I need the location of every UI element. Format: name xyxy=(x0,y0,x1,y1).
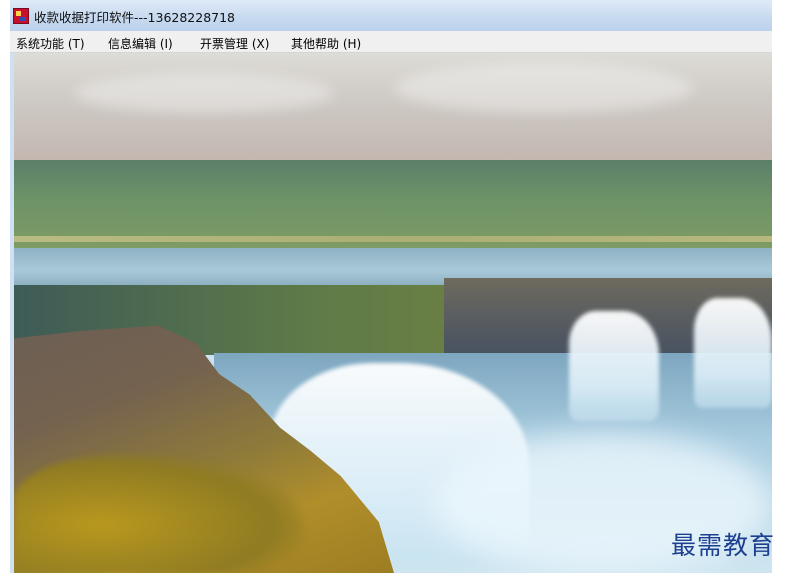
background-image-waterfall xyxy=(14,53,772,573)
menu-system-functions[interactable]: 系统功能 (T) xyxy=(16,35,85,52)
waterfall-right xyxy=(569,311,659,421)
app-icon[interactable] xyxy=(13,8,29,24)
cloud xyxy=(74,73,334,113)
menu-other-help[interactable]: 其他帮助 (H) xyxy=(291,35,361,52)
title-bar[interactable]: 收款收据打印软件---13628228718 xyxy=(10,0,772,31)
app-window: 收款收据打印软件---13628228718 系统功能 (T) 信息编辑 (I)… xyxy=(10,0,772,573)
menu-info-edit[interactable]: 信息编辑 (I) xyxy=(108,35,173,52)
sky xyxy=(14,53,772,160)
horizon-strip xyxy=(14,236,772,242)
menu-bar: 系统功能 (T) 信息编辑 (I) 开票管理 (X) 其他帮助 (H) xyxy=(10,31,772,53)
menu-invoice-management[interactable]: 开票管理 (X) xyxy=(200,35,269,52)
cloud xyxy=(394,63,694,113)
watermark-text: 最需教育 xyxy=(671,531,776,560)
waterfall-far-right xyxy=(694,298,772,408)
window-title: 收款收据打印软件---13628228718 xyxy=(34,10,236,25)
